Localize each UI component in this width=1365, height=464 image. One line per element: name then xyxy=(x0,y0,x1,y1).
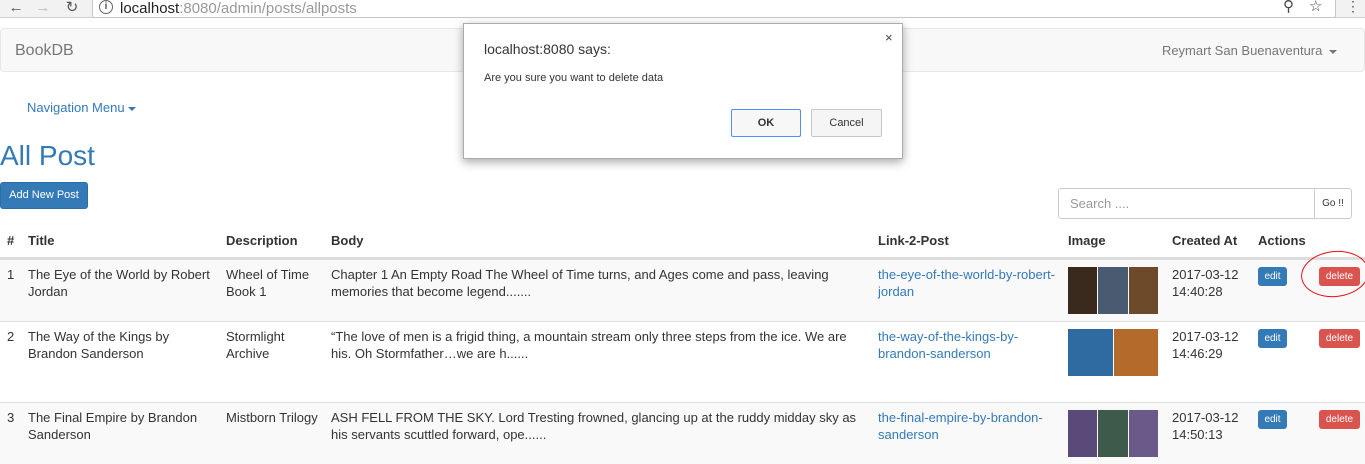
row-description: Wheel of Time Book 1 xyxy=(226,267,310,299)
edit-button[interactable]: edit xyxy=(1258,410,1287,429)
star-icon[interactable]: ☆ xyxy=(1309,0,1322,15)
cover-image xyxy=(1068,329,1113,376)
add-new-post-button[interactable]: Add New Post xyxy=(0,182,88,209)
cover-image xyxy=(1068,410,1098,457)
book-cover-thumbnail xyxy=(1068,267,1158,314)
cover-image xyxy=(1098,267,1128,314)
row-body: ASH FELL FROM THE SKY. Lord Tresting fro… xyxy=(331,410,857,442)
row-description: Mistborn Trilogy xyxy=(226,410,318,425)
caret-down-icon xyxy=(1329,49,1337,54)
search-form: Go !! xyxy=(1058,188,1352,219)
user-menu[interactable]: Reymart San Buenaventura xyxy=(1162,43,1337,58)
user-name: Reymart San Buenaventura xyxy=(1161,43,1323,58)
confirm-dialog: localhost:8080 says: × Are you sure you … xyxy=(463,23,903,159)
close-icon[interactable]: × xyxy=(885,30,893,45)
book-cover-thumbnail xyxy=(1068,410,1158,457)
row-number: 2 xyxy=(7,329,15,344)
column-header-body: Body xyxy=(331,233,364,248)
column-header-num: # xyxy=(7,233,15,248)
row-title: The Way of the Kings by Brandon Sanderson xyxy=(28,329,170,361)
row-created-at: 2017-03-12 14:40:28 xyxy=(1172,267,1239,299)
browser-toolbar: ← → ↻ i localhost:8080/admin/posts/allpo… xyxy=(0,0,1365,18)
book-cover-thumbnail xyxy=(1068,329,1158,376)
vertical-dots-icon[interactable]: ⋮ xyxy=(1345,0,1361,18)
row-body: “The love of men is a frigid thing, a mo… xyxy=(331,329,847,361)
row-title: The Eye of the World by Robert Jordan xyxy=(28,267,210,299)
row-created-at: 2017-03-12 14:50:13 xyxy=(1172,410,1239,442)
row-post-link[interactable]: the-way-of-the-kings-by-brandon-sanderso… xyxy=(878,328,1063,362)
row-body: Chapter 1 An Empty Road The Wheel of Tim… xyxy=(331,267,829,299)
search-input[interactable] xyxy=(1058,188,1315,219)
column-header-link: Link-2-Post xyxy=(878,233,949,248)
magnifier-icon[interactable]: ⚲ xyxy=(1283,0,1294,15)
cover-image xyxy=(1128,410,1158,457)
column-header-title: Title xyxy=(28,233,55,248)
info-icon[interactable]: i xyxy=(99,0,113,14)
row-title: The Final Empire by Brandon Sanderson xyxy=(28,410,198,442)
cancel-button[interactable]: Cancel xyxy=(811,109,882,137)
delete-button[interactable]: delete xyxy=(1319,329,1360,348)
column-header-description: Description xyxy=(226,233,298,248)
edit-button[interactable]: edit xyxy=(1258,329,1287,348)
page-title: All Post xyxy=(0,140,95,171)
arrow-left-icon[interactable]: ← xyxy=(6,0,26,18)
navigation-menu-dropdown[interactable]: Navigation Menu xyxy=(27,100,136,115)
caret-down-icon xyxy=(127,106,136,111)
table-row: 1 The Eye of the World by Robert Jordan W… xyxy=(0,259,1365,321)
table-row: 3 The Final Empire by Brandon Sanderson M… xyxy=(0,402,1365,464)
row-post-link[interactable]: the-eye-of-the-world-by-robert-jordan xyxy=(878,266,1063,300)
brand-link[interactable]: BookDB xyxy=(15,42,74,60)
navigation-menu-label: Navigation Menu xyxy=(27,100,125,115)
row-description: Stormlight Archive xyxy=(226,329,285,361)
url-text[interactable]: localhost:8080/admin/posts/allposts xyxy=(120,0,357,17)
row-created-at: 2017-03-12 14:46:29 xyxy=(1172,329,1239,361)
cover-image xyxy=(1113,329,1158,376)
address-bar[interactable]: i localhost:8080/admin/posts/allposts ⚲ … xyxy=(92,0,1336,18)
table-row: 2 The Way of the Kings by Brandon Sanders… xyxy=(0,321,1365,383)
arrow-right-icon[interactable]: → xyxy=(33,0,53,18)
cover-image xyxy=(1098,410,1128,457)
cover-image xyxy=(1068,267,1098,314)
ok-button[interactable]: OK xyxy=(731,109,801,137)
search-go-button[interactable]: Go !! xyxy=(1314,188,1352,219)
column-header-actions: Actions xyxy=(1258,233,1306,248)
dialog-message: Are you sure you want to delete data xyxy=(484,72,664,84)
edit-button[interactable]: edit xyxy=(1258,267,1287,286)
delete-button[interactable]: delete xyxy=(1319,410,1360,429)
dialog-title: localhost:8080 says: xyxy=(484,41,611,57)
column-header-created: Created At xyxy=(1172,233,1238,248)
row-number: 1 xyxy=(7,267,15,282)
reload-icon[interactable]: ↻ xyxy=(62,0,82,18)
row-number: 3 xyxy=(7,410,15,425)
cover-image xyxy=(1128,267,1158,314)
row-post-link[interactable]: the-final-empire-by-brandon-sanderson xyxy=(878,409,1063,443)
column-header-image: Image xyxy=(1068,233,1106,248)
